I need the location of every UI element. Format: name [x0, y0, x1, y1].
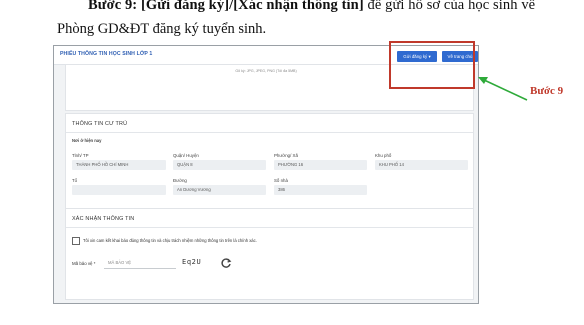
house-label: Số nhà: [274, 178, 288, 183]
province-field[interactable]: THÀNH PHỐ HỒ CHÍ MINH: [72, 160, 166, 170]
ward-label: Phường/ Xã: [274, 153, 298, 158]
refresh-icon[interactable]: [220, 257, 232, 269]
district-label: Quận/ Huyện: [173, 153, 199, 158]
group-label: Tổ: [72, 178, 78, 183]
current-address-subheading: Nơi ở hiện nay: [72, 138, 102, 143]
confirm-section: XÁC NHẬN THÔNG TIN Tôi xin cam kết khai …: [65, 208, 474, 300]
highlight-box: [389, 41, 475, 89]
house-field[interactable]: 386: [274, 185, 367, 195]
step-label: Bước 9: [530, 85, 564, 97]
group-field[interactable]: [72, 185, 166, 195]
quarter-field[interactable]: KHU PHỐ 14: [375, 160, 468, 170]
quarter-label: Khu phố: [375, 153, 392, 158]
captcha-code: Eq2U: [182, 258, 202, 266]
commitment-checkbox[interactable]: [72, 237, 80, 245]
confirm-title: XÁC NHẬN THÔNG TIN: [72, 216, 135, 222]
instruction-line-1: Bước 9: [Gửi đăng ký]/[Xác nhận thông ti…: [88, 0, 535, 14]
ward-field[interactable]: PHƯỜNG 16: [274, 160, 367, 170]
province-label: Tỉnh/ TP: [72, 153, 89, 158]
district-field[interactable]: QUẬN 8: [173, 160, 266, 170]
captcha-input[interactable]: MÃ BẢO VỆ: [104, 257, 176, 269]
captcha-label: Mã bảo vệ *: [72, 261, 96, 266]
instruction-line-2: Phòng GD&ĐT đăng ký tuyển sinh.: [57, 21, 267, 37]
residence-section: THÔNG TIN CƯ TRÚ Nơi ở hiện nay Tỉnh/ TP…: [65, 113, 474, 211]
instruction-rest: để gửi hồ sơ của học sinh về: [363, 0, 536, 13]
residence-title: THÔNG TIN CƯ TRÚ: [72, 121, 128, 127]
commitment-text: Tôi xin cam kết khai báo đúng thông tin …: [83, 238, 257, 243]
street-label: Đường: [173, 178, 187, 183]
form-title: PHIẾU THÔNG TIN HỌC SINH LỚP 1: [60, 51, 153, 57]
step-heading: Bước 9: [Gửi đăng ký]/[Xác nhận thông ti…: [88, 0, 364, 13]
divider: [66, 132, 473, 133]
street-field[interactable]: An Dương Vương: [173, 185, 266, 195]
divider: [66, 227, 473, 228]
